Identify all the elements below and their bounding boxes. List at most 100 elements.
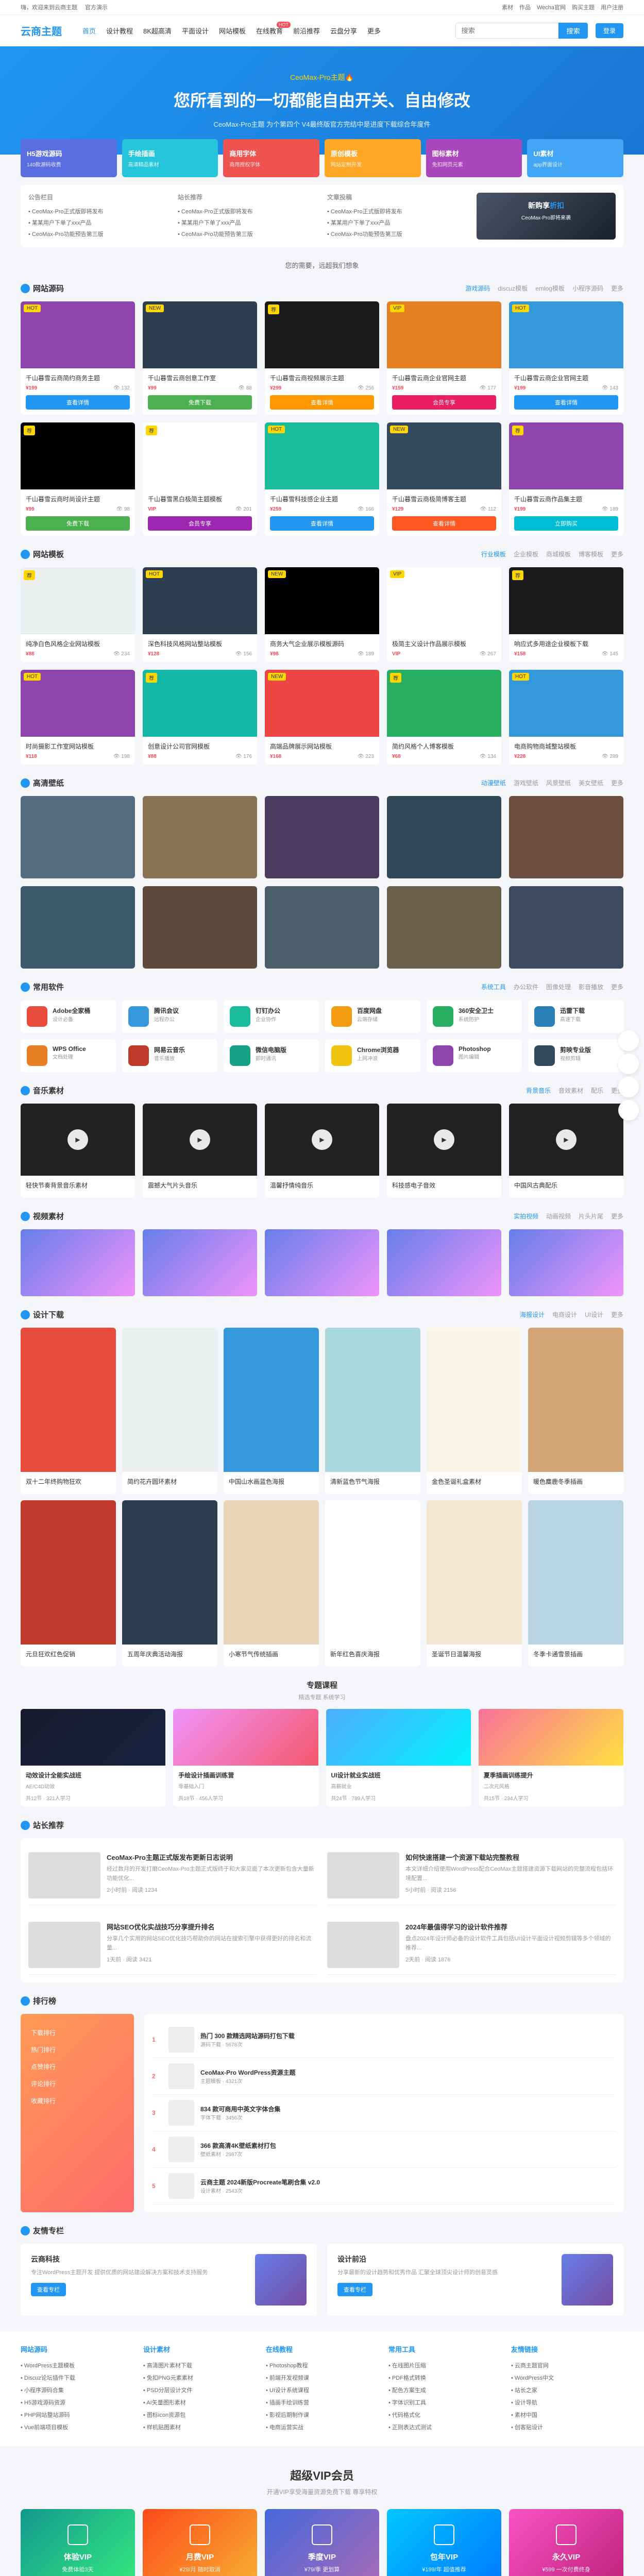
tab-item[interactable]: 更多	[611, 284, 623, 293]
category-card[interactable]: 手绘插画高清精品素材	[122, 139, 218, 177]
product-card[interactable]: HOT千山暮雪云商简约商务主题¥199👁 132查看详情	[21, 301, 135, 415]
footer-link[interactable]: • WordPress主题模板	[21, 2359, 133, 2371]
rank-tab[interactable]: 点赞排行	[31, 2058, 124, 2075]
software-card[interactable]: 腾讯会议远程办公	[122, 1000, 217, 1033]
tab-item[interactable]: 配乐	[591, 1086, 603, 1095]
topic-card[interactable]: 动效设计全能实战班AE/C4D动效共12节 · 321人学习	[21, 1709, 165, 1807]
rank-tab[interactable]: 评论排行	[31, 2075, 124, 2092]
vip-card[interactable]: 包年VIP¥199/年 超值推荐	[387, 2509, 501, 2576]
footer-link[interactable]: • 字体识别工具	[388, 2396, 501, 2409]
tab-item[interactable]: 海报设计	[520, 1310, 545, 1319]
tab-item[interactable]: 更多	[611, 550, 623, 558]
design-card[interactable]: 元旦狂欢红色促销	[21, 1500, 116, 1667]
rank-item[interactable]: 4366 款高清4K壁纸素材打包壁纸素材 · 2987次	[152, 2131, 616, 2168]
footer-link[interactable]: • UI设计系统课程	[266, 2384, 378, 2396]
nav-item[interactable]: 前沿推荐	[293, 26, 320, 36]
music-card[interactable]: ▶温馨抒情纯音乐	[265, 1104, 379, 1198]
design-card[interactable]: 暖色麋鹿冬季插画	[528, 1328, 623, 1494]
card-action-button[interactable]: 立即购买	[514, 516, 618, 531]
tab-item[interactable]: UI设计	[585, 1310, 603, 1319]
topic-card[interactable]: 手绘设计插画训练营零基础入门共18节 · 456人学习	[173, 1709, 318, 1807]
vip-card[interactable]: 体验VIP免费体验3天	[21, 2509, 135, 2576]
rank-item[interactable]: 3834 款可商用中英文字体合集字体下载 · 3456次	[152, 2095, 616, 2131]
card-action-button[interactable]: 查看详情	[270, 395, 374, 410]
tab-item[interactable]: 博客模板	[579, 550, 603, 558]
software-card[interactable]: Adobe全家桶设计必备	[21, 1000, 116, 1033]
play-icon[interactable]: ▶	[67, 1129, 88, 1150]
wallpaper-card[interactable]	[143, 796, 257, 878]
product-card[interactable]: VIP千山暮雪云商企业官网主题¥159👁 177会员专享	[387, 301, 501, 415]
wallpaper-card[interactable]	[143, 886, 257, 969]
software-card[interactable]: 百度网盘云端存储	[325, 1000, 420, 1033]
design-card[interactable]: 清新蓝色节气海报	[325, 1328, 420, 1494]
play-icon[interactable]: ▶	[312, 1129, 332, 1150]
product-card[interactable]: NEW千山暮雪云商极简博客主题¥129👁 112查看详情	[387, 422, 501, 536]
promo-card[interactable]: 新购享折扣CeoMax-Pro即将来袭	[477, 193, 616, 240]
tab-item[interactable]: 小程序源码	[572, 284, 603, 293]
music-card[interactable]: ▶中国风古典配乐	[509, 1104, 623, 1198]
news-item[interactable]: CeoMax-Pro主题正式版发布更新日志说明经过数月的开发打磨CeoMax-P…	[28, 1846, 317, 1905]
design-card[interactable]: 冬季卡通雪景插画	[528, 1500, 623, 1667]
product-card[interactable]: 荐创意设计公司官网模板¥88👁 176	[143, 670, 257, 765]
nav-item[interactable]: 网站模板	[219, 26, 246, 36]
nav-item[interactable]: 8K超高清	[143, 26, 172, 36]
tab-item[interactable]: 音效素材	[558, 1086, 583, 1095]
tab-item[interactable]: 电商设计	[552, 1310, 577, 1319]
design-card[interactable]: 中国山水画蓝色海报	[224, 1328, 319, 1494]
wallpaper-card[interactable]	[387, 796, 501, 878]
info-link[interactable]: • CeoMax-Pro功能预告第三版	[327, 228, 466, 240]
wallpaper-card[interactable]	[387, 886, 501, 969]
video-card[interactable]	[21, 1229, 135, 1296]
footer-link[interactable]: • Photoshop教程	[266, 2359, 378, 2371]
rank-tab[interactable]: 收藏排行	[31, 2092, 124, 2109]
login-button[interactable]: 登录	[596, 23, 623, 38]
product-card[interactable]: VIP极简主义设计作品展示模板VIP👁 267	[387, 567, 501, 662]
tab-item[interactable]: 图像处理	[546, 982, 571, 991]
footer-link[interactable]: • 站长之家	[511, 2384, 623, 2396]
card-action-button[interactable]: 查看详情	[26, 395, 130, 410]
play-icon[interactable]: ▶	[556, 1129, 577, 1150]
vip-card[interactable]: 月费VIP¥29/月 随时取消	[143, 2509, 257, 2576]
footer-link[interactable]: • 代码格式化	[388, 2409, 501, 2421]
search-input[interactable]	[455, 23, 558, 39]
info-link[interactable]: • CeoMax-Pro功能预告第三版	[28, 228, 167, 240]
wallpaper-card[interactable]	[21, 796, 135, 878]
category-card[interactable]: 商用字体商用授权字体	[223, 139, 319, 177]
card-action-button[interactable]: 查看详情	[514, 395, 618, 410]
card-action-button[interactable]: 免费下载	[148, 395, 252, 410]
nav-item[interactable]: 设计教程	[106, 26, 133, 36]
news-item[interactable]: 2024年最值得学习的设计软件推荐盘点2024年设计师必备的设计软件工具包括UI…	[327, 1916, 616, 1975]
tab-item[interactable]: 更多	[611, 778, 623, 787]
rank-tab[interactable]: 下载排行	[31, 2024, 124, 2041]
topic-card[interactable]: UI设计就业实战班高薪就业共24节 · 789人学习	[326, 1709, 471, 1807]
category-card[interactable]: H5游戏源码140款源码收费	[21, 139, 117, 177]
info-link[interactable]: • 某某用户下单了xxx产品	[327, 217, 466, 228]
tab-item[interactable]: 更多	[611, 1310, 623, 1319]
product-card[interactable]: HOT电商购物商城整站模板¥228👁 289	[509, 670, 623, 765]
tab-item[interactable]: 游戏壁纸	[514, 778, 538, 787]
design-card[interactable]: 新年红色喜庆海报	[325, 1500, 420, 1667]
tab-item[interactable]: 更多	[611, 1212, 623, 1221]
footer-link[interactable]: • 影视后期制作课	[266, 2409, 378, 2421]
design-card[interactable]: 五周年庆典活动海报	[122, 1500, 217, 1667]
special-card[interactable]: 云商科技专注WordPress主题开发 提供优质的网站建设解决方案和技术支持服务…	[21, 2244, 317, 2316]
tab-item[interactable]: 商城模板	[546, 550, 571, 558]
footer-link[interactable]: • 配色方案生成	[388, 2384, 501, 2396]
video-card[interactable]	[265, 1229, 379, 1296]
info-link[interactable]: • 某某用户下单了xxx产品	[28, 217, 167, 228]
footer-link[interactable]: • 高清图片素材下载	[143, 2359, 256, 2371]
footer-link[interactable]: • 创客贴设计	[511, 2421, 623, 2433]
video-card[interactable]	[387, 1229, 501, 1296]
nav-item[interactable]: 平面设计	[182, 26, 209, 36]
info-link[interactable]: • CeoMax-Pro正式版即将发布	[28, 206, 167, 217]
design-card[interactable]: 小寒节气传统插画	[224, 1500, 319, 1667]
tab-item[interactable]: emlog模板	[535, 284, 565, 293]
float-qq-icon[interactable]	[618, 1030, 639, 1051]
design-card[interactable]: 圣诞节日温馨海报	[427, 1500, 522, 1667]
card-action-button[interactable]: 会员专享	[148, 516, 252, 531]
software-card[interactable]: 钉钉办公企业协作	[224, 1000, 319, 1033]
footer-link[interactable]: • Vue前端项目模板	[21, 2421, 133, 2433]
product-card[interactable]: HOT时尚摄影工作室网站模板¥118👁 198	[21, 670, 135, 765]
footer-link[interactable]: • 电商运营实战	[266, 2421, 378, 2433]
info-link[interactable]: • 某某用户下单了xxx产品	[178, 217, 317, 228]
